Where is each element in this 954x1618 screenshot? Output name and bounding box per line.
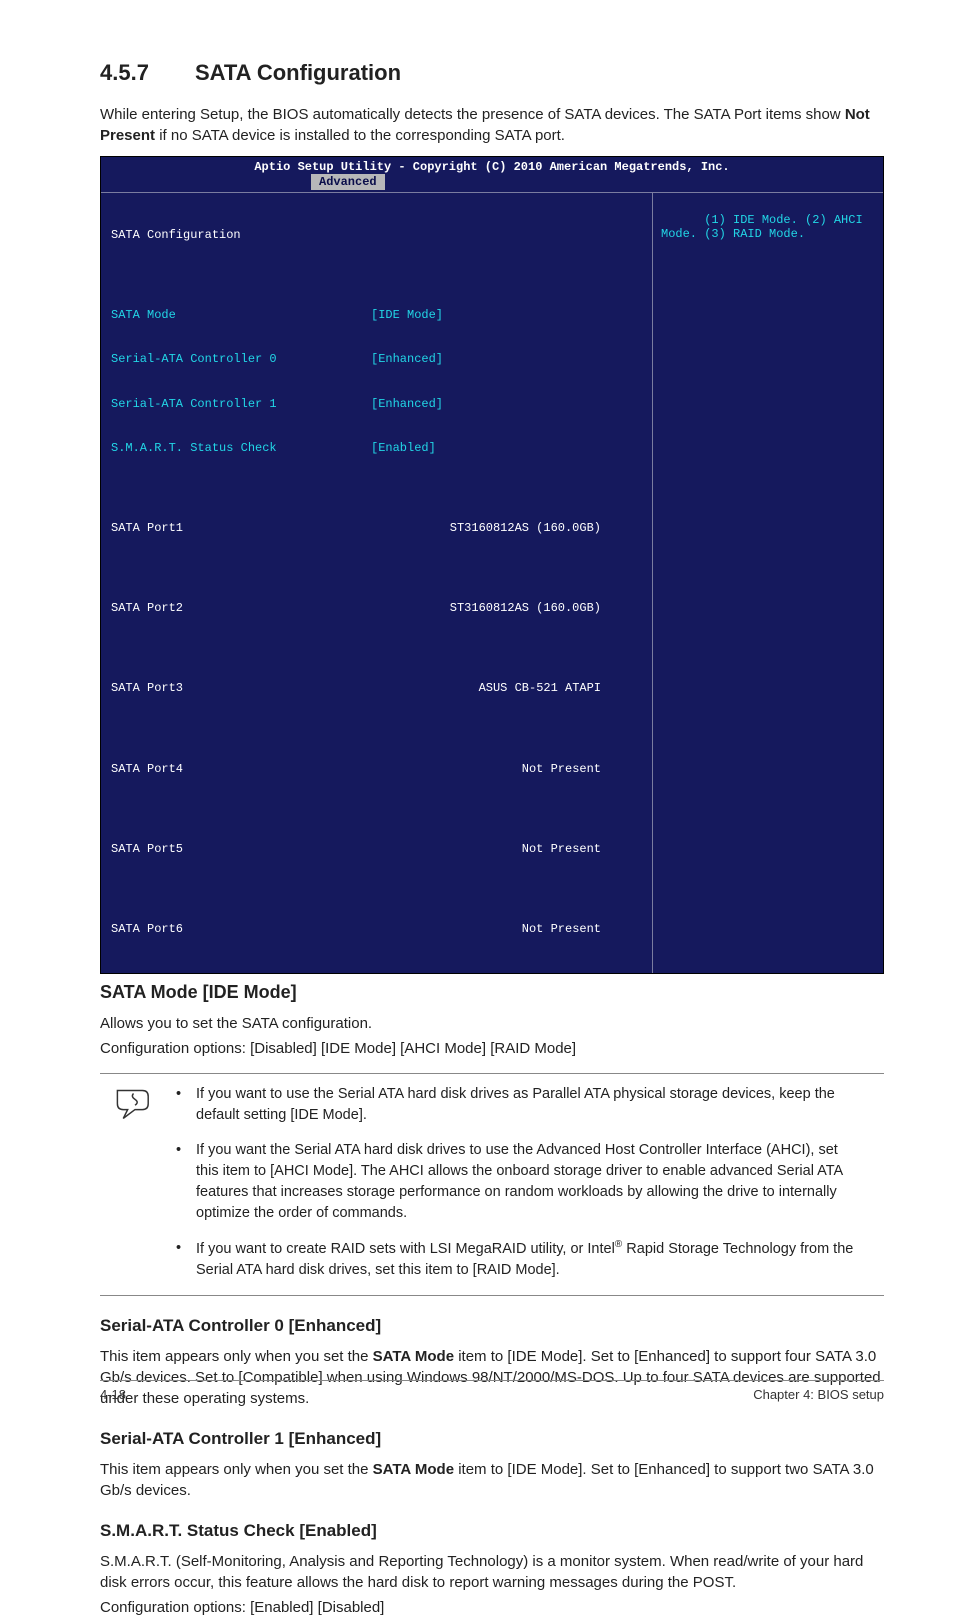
intro-post: if no SATA device is installed to the co… [155, 127, 565, 144]
note-icon [100, 1084, 170, 1125]
bios-help-text: (1) IDE Mode. (2) AHCI Mode. (3) RAID Mo… [661, 213, 870, 241]
bios-left-pane: SATA Configuration SATA Mode[IDE Mode] S… [101, 193, 653, 973]
bios-tab-row: Advanced [101, 174, 883, 192]
note-item: If you want the Serial ATA hard disk dri… [170, 1140, 864, 1224]
section-heading: 4.5.7 SATA Configuration [100, 60, 884, 86]
section-number: 4.5.7 [100, 60, 149, 85]
sata-mode-line2: Configuration options: [Disabled] [IDE M… [100, 1038, 884, 1059]
bios-setting-label: S.M.A.R.T. Status Check [111, 440, 371, 456]
ctrl1-heading: Serial-ATA Controller 1 [Enhanced] [100, 1429, 884, 1449]
bios-setting-row: Serial-ATA Controller 1[Enhanced] [111, 396, 644, 412]
sata-mode-line1: Allows you to set the SATA configuration… [100, 1013, 884, 1034]
bios-setting-row: Serial-ATA Controller 0[Enhanced] [111, 351, 644, 367]
bios-setting-value: [Enabled] [371, 440, 436, 456]
intro-pre: While entering Setup, the BIOS automatic… [100, 106, 845, 123]
intro-paragraph: While entering Setup, the BIOS automatic… [100, 104, 884, 146]
bios-tab-advanced: Advanced [311, 174, 385, 190]
bios-setting-value: [Enhanced] [371, 396, 443, 412]
bios-setting-label: SATA Mode [111, 307, 371, 323]
bios-setting-row: S.M.A.R.T. Status Check[Enabled] [111, 440, 644, 456]
bios-title: Aptio Setup Utility - Copyright (C) 2010… [101, 157, 883, 174]
page-number: 4-18 [100, 1387, 126, 1402]
bios-port-label: SATA Port5 [111, 841, 371, 857]
ctrl0-bold: SATA Mode [373, 1348, 454, 1365]
bios-setting-label: Serial-ATA Controller 1 [111, 396, 371, 412]
bios-port-value: ASUS CB-521 ATAPI [371, 680, 601, 696]
bios-config-heading: SATA Configuration [111, 227, 644, 243]
note-block: If you want to use the Serial ATA hard d… [100, 1073, 884, 1296]
sata-mode-heading: SATA Mode [IDE Mode] [100, 982, 884, 1003]
ctrl1-paragraph: This item appears only when you set the … [100, 1459, 884, 1501]
ctrl0-pre: This item appears only when you set the [100, 1348, 373, 1365]
chapter-label: Chapter 4: BIOS setup [753, 1387, 884, 1402]
bios-port-row: SATA Port2ST3160812AS (160.0GB) [111, 600, 644, 616]
bios-port-value: Not Present [371, 761, 601, 777]
smart-paragraph2: Configuration options: [Enabled] [Disabl… [100, 1597, 884, 1618]
bios-setting-row: SATA Mode[IDE Mode] [111, 307, 644, 323]
bios-port-value: Not Present [371, 841, 601, 857]
bios-setting-label: Serial-ATA Controller 0 [111, 351, 371, 367]
bios-port-row: SATA Port5Not Present [111, 841, 644, 857]
bios-setting-value: [Enhanced] [371, 351, 443, 367]
bios-port-row: SATA Port3ASUS CB-521 ATAPI [111, 680, 644, 696]
bios-setting-value: [IDE Mode] [371, 307, 443, 323]
bios-port-row: SATA Port1ST3160812AS (160.0GB) [111, 520, 644, 536]
note-item: If you want to create RAID sets with LSI… [170, 1238, 864, 1281]
bios-port-row: SATA Port6Not Present [111, 921, 644, 937]
ctrl0-heading: Serial-ATA Controller 0 [Enhanced] [100, 1316, 884, 1336]
bios-port-label: SATA Port4 [111, 761, 371, 777]
bios-port-value: ST3160812AS (160.0GB) [371, 520, 601, 536]
bios-port-value: ST3160812AS (160.0GB) [371, 600, 601, 616]
note-item: If you want to use the Serial ATA hard d… [170, 1084, 864, 1126]
bios-port-label: SATA Port2 [111, 600, 371, 616]
note-text: If you want to create RAID sets with LSI… [196, 1241, 615, 1257]
smart-paragraph1: S.M.A.R.T. (Self-Monitoring, Analysis an… [100, 1551, 884, 1593]
bios-port-label: SATA Port1 [111, 520, 371, 536]
section-title: SATA Configuration [195, 60, 401, 85]
bios-screenshot: Aptio Setup Utility - Copyright (C) 2010… [100, 156, 884, 974]
bios-port-label: SATA Port3 [111, 680, 371, 696]
page-footer: 4-18 Chapter 4: BIOS setup [100, 1380, 884, 1402]
bios-help-pane: (1) IDE Mode. (2) AHCI Mode. (3) RAID Mo… [653, 193, 883, 973]
bios-port-label: SATA Port6 [111, 921, 371, 937]
bios-body: SATA Configuration SATA Mode[IDE Mode] S… [101, 193, 883, 973]
ctrl1-pre: This item appears only when you set the [100, 1461, 373, 1478]
ctrl1-bold: SATA Mode [373, 1461, 454, 1478]
note-list: If you want to use the Serial ATA hard d… [170, 1084, 884, 1285]
bios-port-value: Not Present [371, 921, 601, 937]
smart-heading: S.M.A.R.T. Status Check [Enabled] [100, 1521, 884, 1541]
bios-port-row: SATA Port4Not Present [111, 761, 644, 777]
